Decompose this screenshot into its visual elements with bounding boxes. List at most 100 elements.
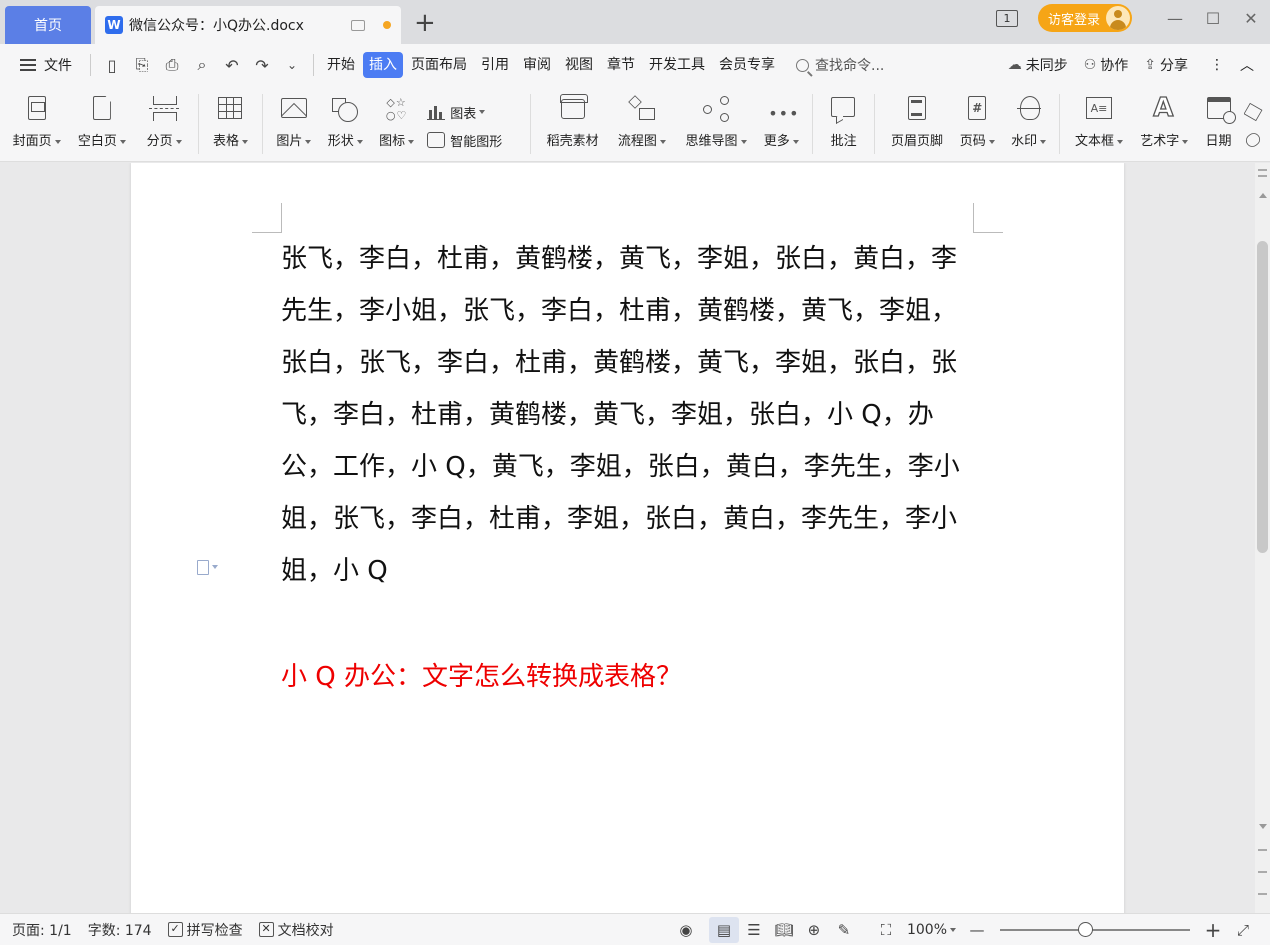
tab-references[interactable]: 引用: [475, 52, 515, 78]
zoom-slider-knob[interactable]: [1078, 921, 1093, 937]
tab-insert[interactable]: 插入: [363, 52, 403, 78]
quick-access-dropdown-icon[interactable]: ⌄: [277, 58, 307, 72]
sync-status-button[interactable]: ☁ 未同步: [1008, 55, 1068, 75]
comment-button[interactable]: 批注: [821, 86, 866, 162]
chart-button[interactable]: 图表: [427, 98, 524, 126]
picture-icon: [279, 94, 309, 124]
cover-page-label: 封面页: [13, 130, 61, 149]
proofread-button[interactable]: ✕ 文档校对: [258, 920, 334, 940]
share-icon: ⇪: [1144, 57, 1156, 73]
collaborate-button[interactable]: ⚇ 协作: [1084, 55, 1129, 75]
share-label: 分享: [1160, 58, 1188, 74]
scroll-top-icon[interactable]: [1258, 169, 1267, 171]
scroll-down-icon[interactable]: [1259, 824, 1267, 829]
spell-check-icon: ✓: [167, 922, 183, 937]
undo-icon[interactable]: ↶: [217, 56, 247, 75]
more-options-button[interactable]: ⋮: [1210, 57, 1224, 73]
blank-page-icon: [87, 94, 117, 124]
textbox-button[interactable]: A≡ 文本框: [1068, 86, 1129, 162]
document-workspace: 张飞，李白，杜甫，黄鹤楼，黄飞，李姐，张白，黄白，李先生，李小姐，张飞，李白，杜…: [0, 163, 1255, 913]
table-label: 表格: [213, 130, 248, 149]
reading-mode-icon[interactable]: 📖︎: [769, 917, 799, 943]
wordart-button[interactable]: A 艺术字: [1134, 86, 1195, 162]
tab-start[interactable]: 开始: [321, 52, 361, 78]
command-search[interactable]: 查找命令...: [796, 55, 884, 75]
flowchart-button[interactable]: 流程图: [612, 86, 671, 162]
zoom-in-button[interactable]: +: [1198, 917, 1228, 943]
daoke-material-button[interactable]: 稻壳素材: [541, 86, 604, 162]
chart-smart-group: 图表 智能图形: [427, 86, 524, 162]
browse-object-icon[interactable]: [1258, 871, 1267, 873]
blank-page-button[interactable]: 空白页: [71, 86, 132, 162]
zoom-slider[interactable]: [1000, 921, 1190, 937]
web-view-icon[interactable]: ⊕: [799, 917, 829, 943]
watermark-label: 水印: [1011, 130, 1047, 149]
file-menu[interactable]: 文件: [20, 55, 72, 75]
next-page-icon[interactable]: [1258, 893, 1267, 895]
object-button[interactable]: [1244, 98, 1270, 126]
guest-login-button[interactable]: 访客登录: [1037, 4, 1132, 32]
print-preview-icon[interactable]: ⌕: [187, 55, 217, 75]
page-number-button[interactable]: # 页码: [955, 86, 1000, 162]
more-insert-button[interactable]: ••• 更多: [759, 86, 804, 162]
print-icon[interactable]: ⎙: [157, 55, 187, 75]
icon-library-button[interactable]: ◇☆ ○♡ 图标: [372, 86, 421, 162]
tab-document[interactable]: W 微信公众号：小Q办公.docx: [95, 6, 401, 44]
page-indicator[interactable]: 页面: 1/1: [12, 920, 72, 940]
wordart-label: 艺术字: [1140, 130, 1189, 149]
share-button[interactable]: ⇪ 分享: [1144, 55, 1188, 75]
scrollbar-thumb[interactable]: [1257, 241, 1268, 553]
smart-graphic-button[interactable]: 智能图形: [427, 126, 524, 154]
tab-membership[interactable]: 会员专享: [713, 52, 781, 78]
table-button[interactable]: 表格: [205, 86, 256, 162]
fullscreen-icon[interactable]: ⤢: [1228, 917, 1258, 943]
export-pdf-icon[interactable]: ⎘: [127, 55, 157, 75]
minimize-button[interactable]: —: [1156, 9, 1194, 28]
pen-icon[interactable]: ✎: [829, 917, 859, 943]
monitor-icon[interactable]: [351, 19, 365, 31]
fit-page-icon[interactable]: ⛶: [871, 917, 901, 943]
cover-page-button[interactable]: 封面页: [8, 86, 65, 162]
vertical-scrollbar[interactable]: [1255, 163, 1270, 913]
ribbon-divider: [197, 94, 199, 154]
close-button[interactable]: ✕: [1232, 9, 1270, 28]
document-page[interactable]: 张飞，李白，杜甫，黄鹤楼，黄飞，李姐，张白，黄白，李先生，李小姐，张飞，李白，杜…: [131, 163, 1124, 913]
command-search-placeholder: 查找命令...: [815, 58, 885, 74]
page-view-icon[interactable]: ▤: [708, 916, 739, 943]
ribbon-divider: [530, 94, 532, 154]
document-body[interactable]: 张飞，李白，杜甫，黄鹤楼，黄飞，李姐，张白，黄白，李先生，李小姐，张飞，李白，杜…: [281, 233, 981, 597]
redo-icon[interactable]: ↷: [247, 56, 277, 75]
word-count[interactable]: 字数: 174: [88, 920, 152, 940]
header-footer-button[interactable]: 页眉页脚: [885, 86, 948, 162]
maximize-button[interactable]: ☐: [1194, 9, 1232, 28]
page-count-icon[interactable]: 1: [995, 9, 1018, 27]
tab-developer[interactable]: 开发工具: [643, 52, 711, 78]
date-button[interactable]: 日期: [1199, 86, 1239, 162]
tab-page-layout[interactable]: 页面布局: [405, 52, 473, 78]
mind-map-button[interactable]: 思维导图: [679, 86, 752, 162]
textbox-label: 文本框: [1075, 130, 1123, 149]
new-tab-button[interactable]: +: [414, 8, 436, 38]
collapse-ribbon-button[interactable]: ︿: [1240, 55, 1254, 75]
mind-map-icon: [701, 94, 731, 124]
status-bar: 页面: 1/1 字数: 174 ✓ 拼写检查 ✕ 文档校对 ◉ ▤ ☰ 📖︎ ⊕…: [0, 913, 1270, 945]
eye-protection-icon[interactable]: ◉: [671, 917, 701, 943]
save-icon[interactable]: ▯: [97, 56, 127, 75]
tab-section[interactable]: 章节: [601, 52, 641, 78]
spell-check-button[interactable]: ✓ 拼写检查: [167, 920, 243, 940]
page-break-button[interactable]: 分页: [138, 86, 189, 162]
shape-button[interactable]: 形状: [321, 86, 370, 162]
zoom-level[interactable]: 100%: [907, 922, 956, 938]
paragraph-options-icon[interactable]: [197, 559, 219, 575]
tab-view[interactable]: 视图: [559, 52, 599, 78]
outline-view-icon[interactable]: ☰: [739, 917, 769, 943]
prev-page-icon[interactable]: [1258, 849, 1267, 851]
attachment-button[interactable]: [1244, 126, 1270, 154]
zoom-out-button[interactable]: —: [962, 917, 992, 943]
scroll-up-icon[interactable]: [1259, 193, 1267, 198]
picture-button[interactable]: 图片: [269, 86, 318, 162]
unsaved-dot-icon: [383, 21, 391, 29]
tab-home[interactable]: 首页: [5, 6, 91, 44]
watermark-button[interactable]: 水印: [1006, 86, 1051, 162]
tab-review[interactable]: 审阅: [517, 52, 557, 78]
